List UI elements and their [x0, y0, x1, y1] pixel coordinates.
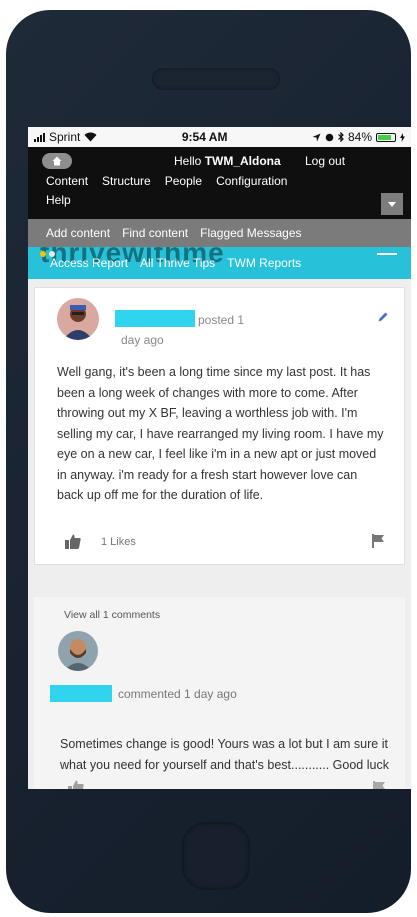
post-time: posted 1	[198, 313, 245, 327]
charging-icon	[400, 132, 405, 142]
post-header: posted 1 day ago	[35, 288, 404, 347]
battery-percent: 84%	[347, 130, 372, 144]
menu-configuration[interactable]: Configuration	[216, 174, 287, 188]
site-nav-links: Access Report All Thrive Tips TWM Report…	[50, 256, 301, 270]
hamburger-icon[interactable]	[377, 253, 397, 255]
battery-icon	[376, 132, 396, 142]
toolbar-toggle-button[interactable]	[381, 193, 403, 215]
home-button[interactable]	[42, 153, 72, 169]
shortcut-find-content[interactable]: Find content	[122, 226, 188, 240]
shortcuts-bar: Add content Find content Flagged Message…	[28, 219, 411, 247]
shortcut-add-content[interactable]: Add content	[46, 226, 110, 240]
carrier-label: Sprint	[49, 130, 81, 144]
menu-structure[interactable]: Structure	[102, 174, 151, 188]
comment-body: Sometimes change is good! Yours was a lo…	[60, 737, 389, 772]
nav-access-report[interactable]: Access Report	[50, 256, 128, 270]
comments-section: View all 1 comments commented 1 day ago …	[34, 597, 405, 789]
alarm-icon	[325, 133, 334, 141]
flag-icon[interactable]	[373, 781, 385, 789]
post-reactions: 1 Likes	[35, 522, 404, 564]
avatar-image	[57, 298, 99, 340]
location-icon	[312, 133, 321, 141]
chevron-down-icon	[388, 201, 396, 207]
view-all-comments-link[interactable]: View all 1 comments	[64, 609, 160, 621]
post-body: Well gang, it's been a long time since m…	[57, 365, 384, 502]
home-icon	[52, 156, 62, 166]
admin-menu: Content Structure People Configuration	[46, 174, 287, 188]
menu-people[interactable]: People	[165, 174, 202, 188]
admin-toolbar: Hello TWM_Aldona Log out Content Structu…	[28, 147, 411, 219]
avatar-image	[58, 631, 98, 671]
phone-screen: Sprint 9:54 AM 84% Hello TWM_Aldona Log …	[28, 127, 411, 789]
post-time-2: day ago	[121, 333, 164, 347]
thumbs-up-icon[interactable]	[65, 534, 81, 549]
flag-icon[interactable]	[372, 533, 384, 548]
nav-twm-reports[interactable]: TWM Reports	[227, 256, 301, 270]
pencil-icon[interactable]	[378, 312, 388, 322]
phone-speaker	[152, 68, 280, 90]
wifi-icon	[84, 132, 97, 142]
menu-help[interactable]: Help	[46, 193, 71, 207]
commenter-avatar[interactable]	[58, 631, 98, 671]
logout-link[interactable]: Log out	[305, 154, 345, 168]
bluetooth-icon	[338, 132, 344, 142]
thumbs-up-icon[interactable]	[68, 780, 84, 789]
commenter-name-redacted	[50, 685, 112, 702]
username[interactable]: TWM_Aldona	[205, 154, 281, 168]
signal-bars-icon	[34, 132, 45, 142]
hello-greeting: Hello TWM_Aldona	[174, 154, 281, 168]
site-nav-bar: thrivewithme Access Report All Thrive Ti…	[28, 247, 411, 279]
phone-frame: Sprint 9:54 AM 84% Hello TWM_Aldona Log …	[6, 10, 411, 913]
comment-time: commented 1 day ago	[118, 687, 237, 701]
clock: 9:54 AM	[181, 130, 228, 144]
shortcut-flagged-messages[interactable]: Flagged Messages	[200, 226, 301, 240]
menu-content[interactable]: Content	[46, 174, 88, 188]
status-bar: Sprint 9:54 AM 84%	[28, 127, 411, 147]
nav-all-thrive-tips[interactable]: All Thrive Tips	[140, 256, 215, 270]
post-card: posted 1 day ago Well gang, it's been a …	[34, 287, 405, 565]
phone-home-button[interactable]	[182, 822, 250, 890]
author-name-redacted	[115, 310, 195, 327]
likes-count[interactable]: 1 Likes	[101, 536, 136, 548]
feed: posted 1 day ago Well gang, it's been a …	[28, 279, 411, 789]
author-avatar[interactable]	[57, 298, 99, 340]
